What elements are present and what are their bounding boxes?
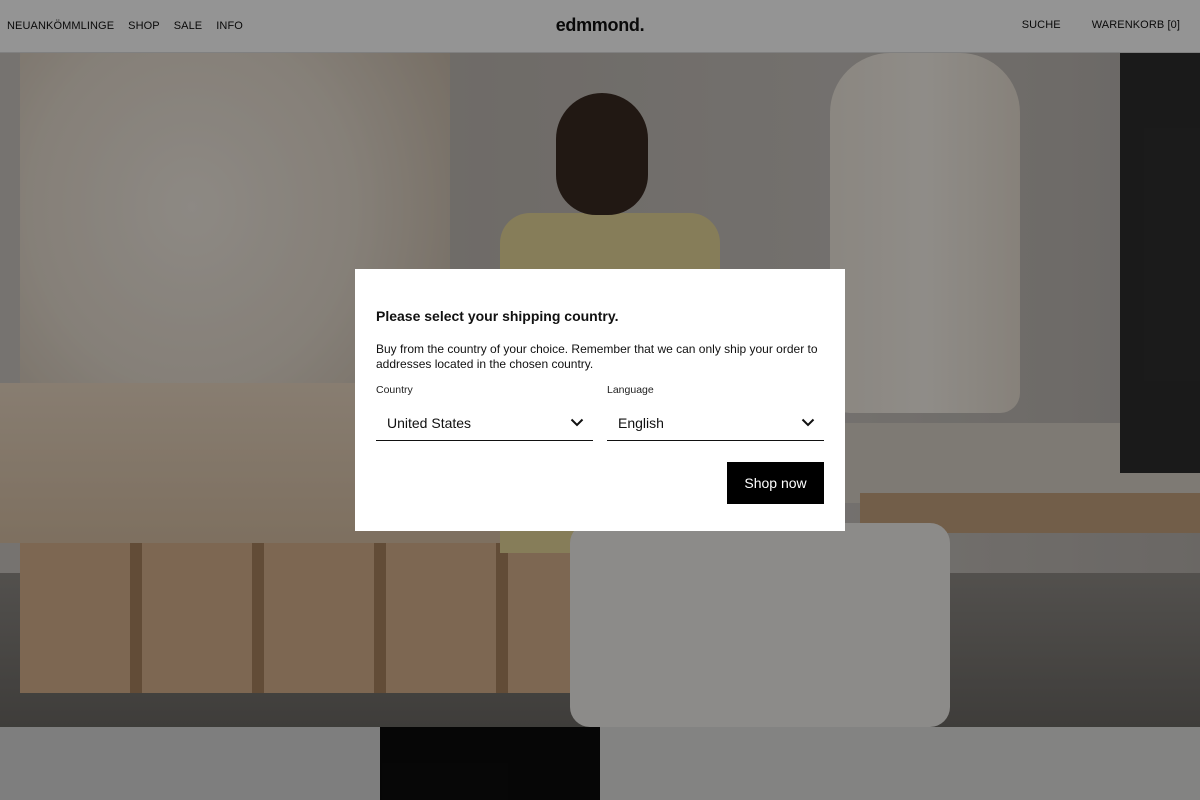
modal-fields: Country United States Language English bbox=[376, 384, 824, 441]
modal-actions: Shop now bbox=[376, 462, 824, 504]
chevron-down-icon bbox=[801, 418, 815, 427]
shipping-country-modal: Please select your shipping country. Buy… bbox=[355, 269, 845, 531]
modal-description: Buy from the country of your choice. Rem… bbox=[376, 342, 818, 371]
chevron-down-icon bbox=[570, 418, 584, 427]
language-label: Language bbox=[607, 384, 654, 396]
country-label: Country bbox=[376, 384, 413, 396]
language-select[interactable]: English bbox=[607, 405, 824, 441]
country-select[interactable]: United States bbox=[376, 405, 593, 441]
modal-title: Please select your shipping country. bbox=[376, 308, 619, 324]
language-select-value: English bbox=[618, 414, 664, 431]
shop-now-button[interactable]: Shop now bbox=[727, 462, 824, 504]
language-field: Language English bbox=[607, 384, 824, 441]
country-select-value: United States bbox=[387, 414, 472, 431]
country-field: Country United States bbox=[376, 384, 593, 441]
